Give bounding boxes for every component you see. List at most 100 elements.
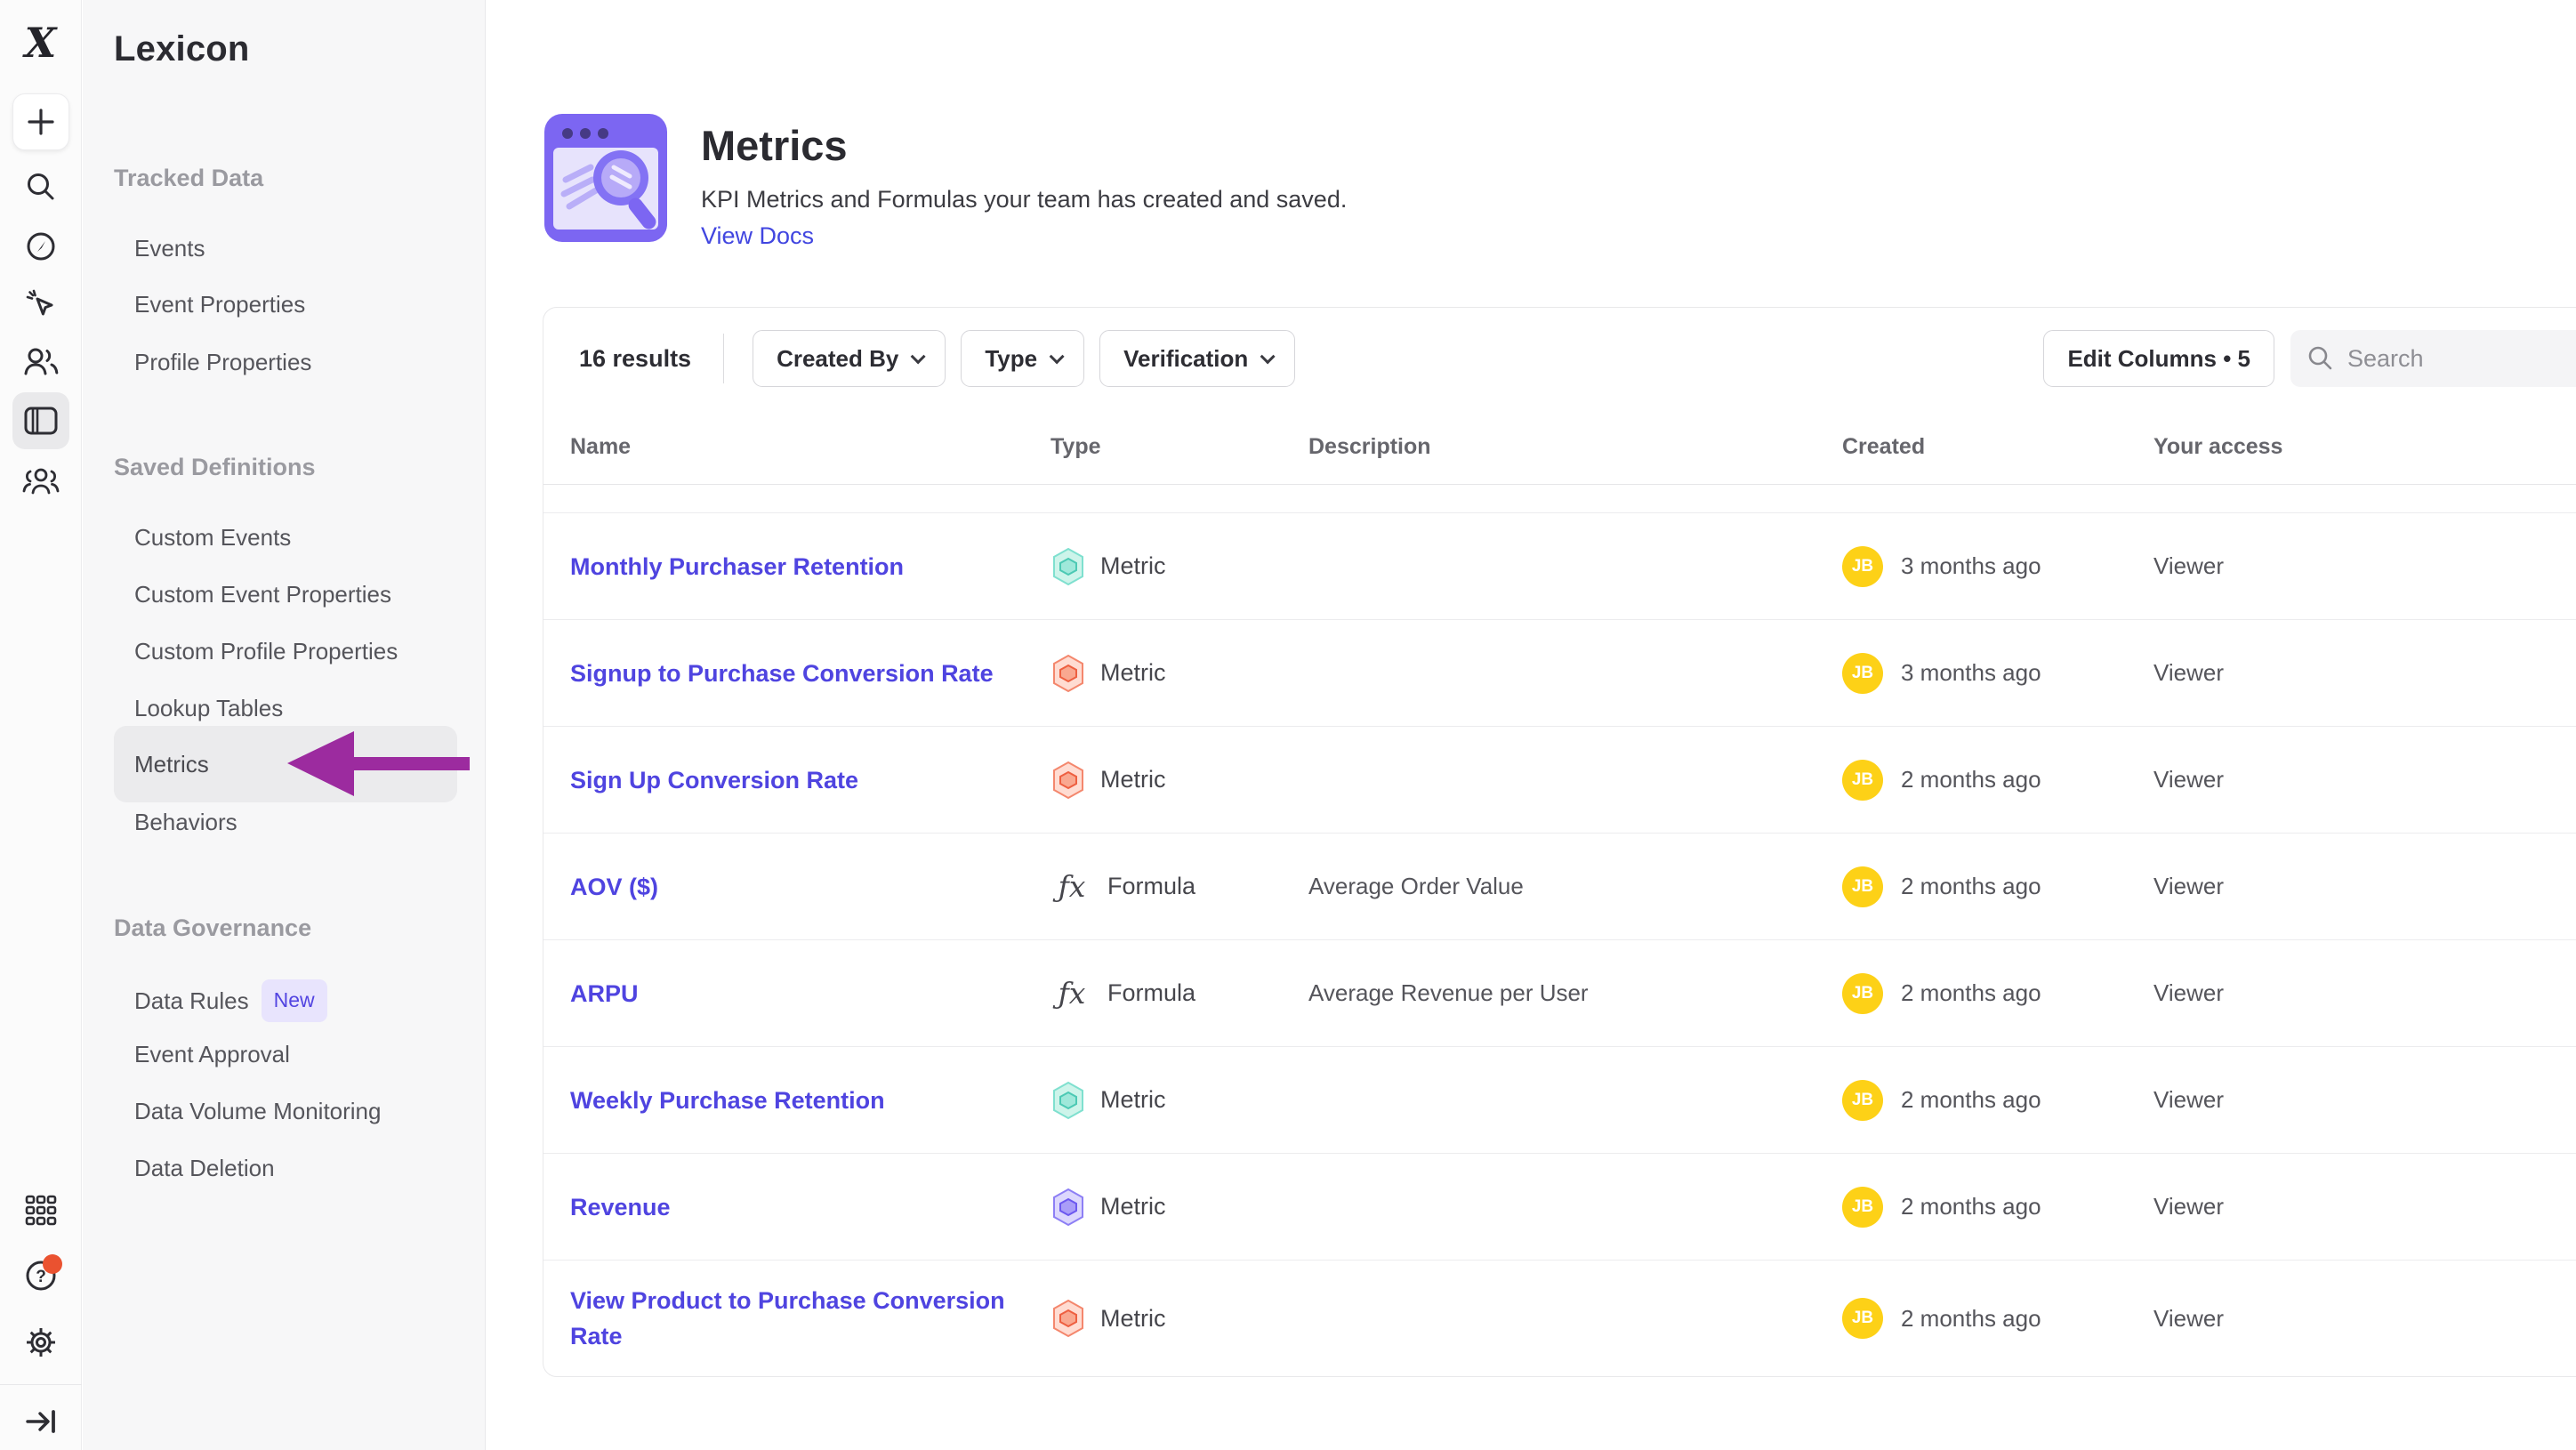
sidebar-item-custom-events[interactable]: Custom Events bbox=[134, 520, 291, 555]
search-input[interactable] bbox=[2347, 345, 2561, 373]
avatar: JB bbox=[1842, 1298, 1883, 1339]
metric-name-link[interactable]: Weekly Purchase Retention bbox=[570, 1083, 1051, 1118]
filter-type[interactable]: Type bbox=[961, 330, 1084, 387]
filter-type-label: Type bbox=[985, 345, 1037, 373]
sidebar-item-profile-properties[interactable]: Profile Properties bbox=[134, 344, 311, 380]
grid-icon bbox=[24, 1194, 58, 1228]
filter-created-by-label: Created By bbox=[777, 345, 898, 373]
filter-verification[interactable]: Verification bbox=[1099, 330, 1295, 387]
icon-rail: X ? bbox=[0, 0, 82, 1450]
metric-hexagon-icon bbox=[1051, 547, 1086, 586]
table-row[interactable]: AOV ($) ƒxFormula Average Order Value JB… bbox=[543, 834, 2576, 940]
table-toolbar: 16 results Created By Type Verification … bbox=[543, 308, 2576, 409]
gear-icon bbox=[23, 1325, 59, 1360]
created-cell: 2 months ago bbox=[1901, 873, 2041, 900]
sidebar-item-event-properties[interactable]: Event Properties bbox=[134, 286, 305, 322]
created-cell: 2 months ago bbox=[1901, 979, 2041, 1007]
collapse-sidebar-button[interactable] bbox=[12, 1393, 69, 1450]
access-cell: Viewer bbox=[2153, 979, 2576, 1007]
col-description: Description bbox=[1308, 434, 1842, 460]
metric-name-link[interactable]: View Product to Purchase Conversion Rate bbox=[570, 1283, 1051, 1354]
search-icon bbox=[2306, 344, 2335, 373]
edit-columns-label: Edit Columns • 5 bbox=[2067, 345, 2250, 373]
metric-hexagon-icon bbox=[1051, 761, 1086, 800]
type-label: Metric bbox=[1100, 1305, 1166, 1333]
explore-nav-button[interactable] bbox=[12, 218, 69, 275]
type-label: Metric bbox=[1100, 659, 1166, 687]
sidebar-item-behaviors[interactable]: Behaviors bbox=[134, 804, 237, 840]
metric-name-link[interactable]: Monthly Purchaser Retention bbox=[570, 549, 1051, 584]
type-label: Metric bbox=[1100, 552, 1166, 580]
plus-icon bbox=[25, 106, 57, 138]
create-new-button[interactable] bbox=[12, 93, 69, 150]
lexicon-sidebar: Lexicon Tracked Data Events Event Proper… bbox=[83, 0, 486, 1450]
metric-hexagon-icon bbox=[1051, 1299, 1086, 1338]
table-row[interactable]: Revenue Metric JB2 months ago Viewer bbox=[543, 1154, 2576, 1261]
table-row[interactable]: ARPU ƒxFormula Average Revenue per User … bbox=[543, 940, 2576, 1047]
type-label: Formula bbox=[1107, 979, 1195, 1007]
created-cell: 3 months ago bbox=[1901, 659, 2041, 687]
new-badge: New bbox=[262, 979, 327, 1022]
notification-dot bbox=[43, 1254, 62, 1274]
metric-name-link[interactable]: ARPU bbox=[570, 976, 1051, 1011]
section-saved-definitions: Saved Definitions bbox=[114, 449, 316, 485]
edit-columns-button[interactable]: Edit Columns • 5 bbox=[2043, 330, 2274, 387]
table-row[interactable]: Sign Up Conversion Rate Metric JB2 month… bbox=[543, 727, 2576, 834]
chevron-down-icon bbox=[1050, 349, 1065, 364]
access-cell: Viewer bbox=[2153, 766, 2576, 793]
metric-name-link[interactable]: Revenue bbox=[570, 1189, 1051, 1225]
filter-created-by[interactable]: Created By bbox=[753, 330, 946, 387]
scrolled-row-sliver bbox=[543, 485, 2576, 513]
chevron-down-icon bbox=[1260, 349, 1276, 364]
lexicon-book-icon bbox=[22, 405, 60, 437]
sidebar-item-custom-profile-properties[interactable]: Custom Profile Properties bbox=[134, 633, 398, 669]
table-header-row: Name Type Description Created Your acces… bbox=[543, 409, 2576, 485]
sidebar-item-data-volume-monitoring[interactable]: Data Volume Monitoring bbox=[134, 1093, 381, 1129]
sidebar-item-events[interactable]: Events bbox=[134, 230, 205, 266]
filter-verification-label: Verification bbox=[1123, 345, 1248, 373]
sidebar-title: Lexicon bbox=[114, 29, 250, 69]
type-label: Metric bbox=[1100, 1193, 1166, 1220]
mixpanel-logo[interactable]: X bbox=[12, 14, 69, 71]
access-cell: Viewer bbox=[2153, 1086, 2576, 1114]
events-nav-button[interactable] bbox=[12, 276, 69, 333]
table-row[interactable]: Signup to Purchase Conversion Rate Metri… bbox=[543, 620, 2576, 727]
sidebar-item-data-deletion[interactable]: Data Deletion bbox=[134, 1150, 275, 1186]
sidebar-item-data-rules[interactable]: Data RulesNew bbox=[134, 979, 327, 1015]
apps-grid-button[interactable] bbox=[12, 1182, 69, 1239]
search-nav-button[interactable] bbox=[12, 158, 69, 215]
type-label: Formula bbox=[1107, 873, 1195, 900]
rail-divider bbox=[0, 1384, 82, 1385]
lexicon-nav-button[interactable] bbox=[12, 392, 69, 449]
col-name: Name bbox=[570, 434, 1051, 460]
table-row[interactable]: View Product to Purchase Conversion Rate… bbox=[543, 1261, 2576, 1376]
table-row[interactable]: Weekly Purchase Retention Metric JB2 mon… bbox=[543, 1047, 2576, 1154]
view-docs-link[interactable]: View Docs bbox=[701, 222, 1946, 250]
sidebar-item-custom-event-properties[interactable]: Custom Event Properties bbox=[134, 576, 391, 612]
metric-name-link[interactable]: Sign Up Conversion Rate bbox=[570, 762, 1051, 798]
col-your-access: Your access bbox=[2153, 434, 2576, 460]
main-content: Metrics KPI Metrics and Formulas your te… bbox=[487, 0, 2576, 1450]
sidebar-item-event-approval[interactable]: Event Approval bbox=[134, 1036, 290, 1072]
metric-name-link[interactable]: AOV ($) bbox=[570, 869, 1051, 905]
users-nav-button[interactable] bbox=[12, 333, 69, 390]
metric-name-link[interactable]: Signup to Purchase Conversion Rate bbox=[570, 656, 1051, 691]
cohorts-nav-button[interactable] bbox=[12, 453, 69, 510]
section-data-governance: Data Governance bbox=[114, 910, 311, 946]
chevron-down-icon bbox=[911, 349, 926, 364]
created-cell: 3 months ago bbox=[1901, 552, 2041, 580]
arrow-to-bar-icon bbox=[24, 1406, 58, 1437]
sidebar-item-lookup-tables[interactable]: Lookup Tables bbox=[134, 690, 283, 726]
toolbar-divider bbox=[723, 334, 724, 383]
search-box bbox=[2290, 330, 2576, 387]
access-cell: Viewer bbox=[2153, 659, 2576, 687]
settings-button[interactable] bbox=[12, 1314, 69, 1371]
type-label: Metric bbox=[1100, 1086, 1166, 1114]
cursor-click-icon bbox=[23, 286, 59, 322]
help-button[interactable]: ? bbox=[12, 1247, 69, 1304]
sidebar-item-metrics[interactable]: Metrics bbox=[114, 726, 457, 802]
table-row[interactable]: Monthly Purchaser Retention Metric JB3 m… bbox=[543, 513, 2576, 620]
created-cell: 2 months ago bbox=[1901, 766, 2041, 793]
type-label: Metric bbox=[1100, 766, 1166, 793]
avatar: JB bbox=[1842, 1080, 1883, 1121]
